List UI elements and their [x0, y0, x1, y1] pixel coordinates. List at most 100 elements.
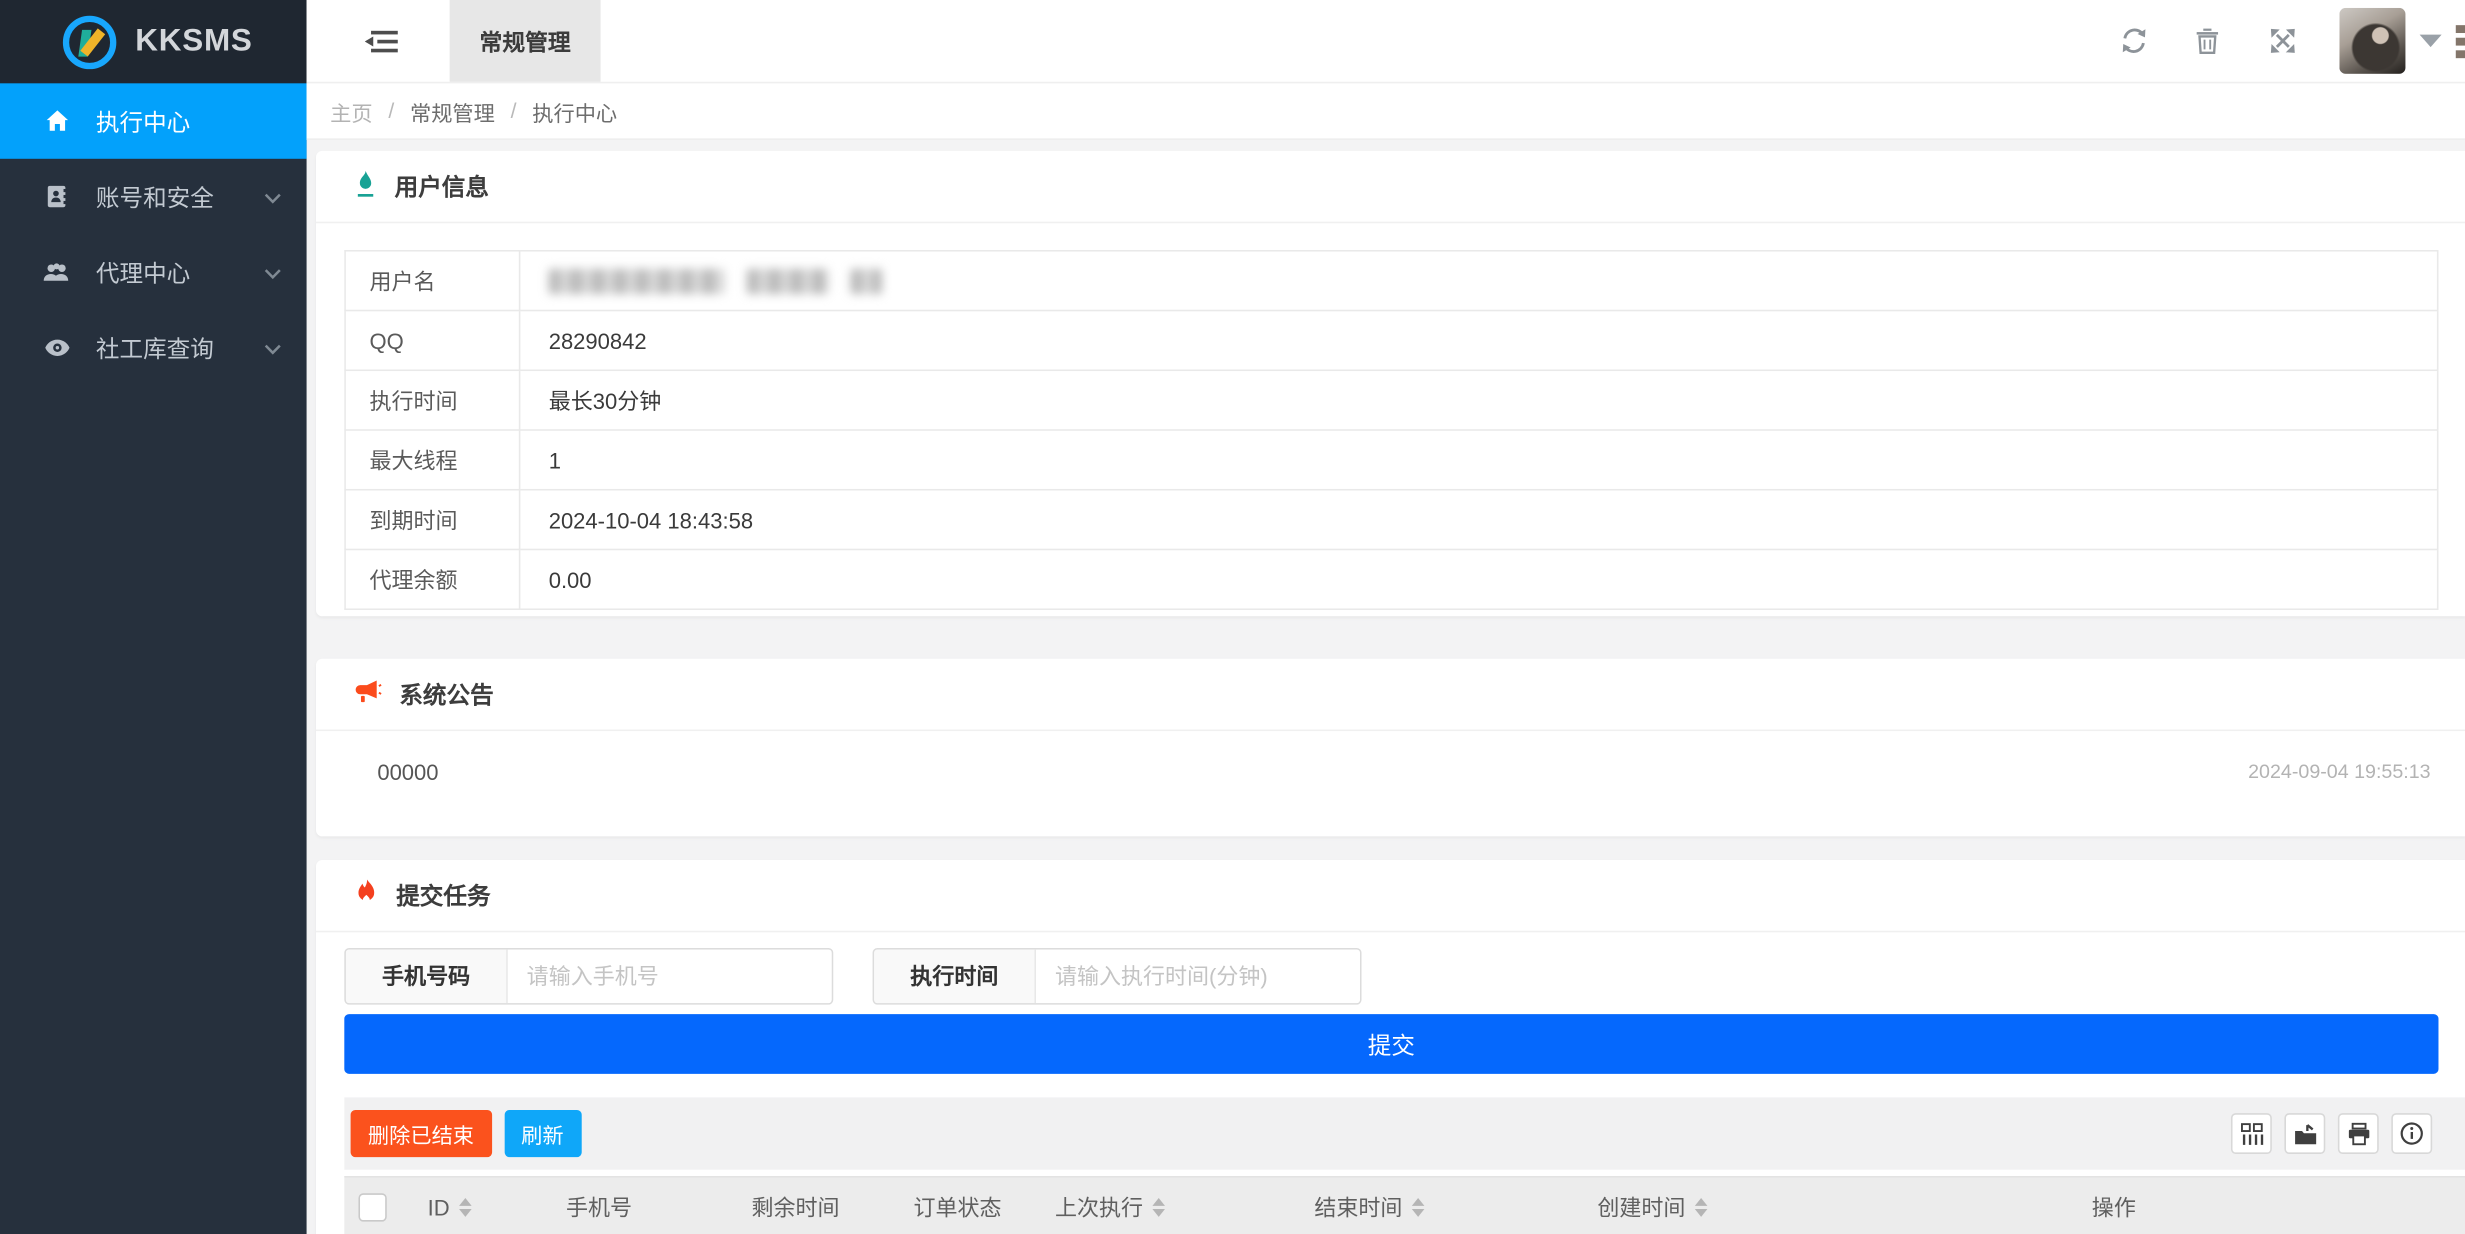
sidebar-item-label: 执行中心	[96, 105, 282, 138]
column-header-id[interactable]: ID	[401, 1195, 498, 1220]
exec-time-input-group: 执行时间	[873, 948, 1362, 1005]
exec-time-label: 执行时间	[874, 950, 1036, 1003]
table-row: QQ 28290842	[345, 311, 2438, 371]
breadcrumb-general-management[interactable]: 常规管理	[410, 95, 495, 126]
user-info-table: 用户名 QQ 28290842 执行时间 最长30分钟 最大线程	[344, 250, 2438, 610]
breadcrumb: 主页 / 常规管理 / 执行中心	[307, 83, 2465, 140]
sort-icon[interactable]	[1412, 1198, 1425, 1217]
column-header-end-time[interactable]: 结束时间	[1196, 1192, 1542, 1223]
table-toolbar: 删除已结束 刷新	[344, 1097, 2465, 1169]
announcement-timestamp: 2024-09-04 19:55:13	[2248, 761, 2430, 783]
brand-name: KKSMS	[135, 24, 252, 60]
brand-logo[interactable]: KKSMS	[0, 0, 307, 83]
trash-icon[interactable]	[2195, 27, 2220, 55]
sidebar-item-agent-center[interactable]: 代理中心	[0, 234, 307, 309]
submit-button[interactable]: 提交	[344, 1014, 2438, 1074]
phone-input[interactable]	[508, 950, 832, 1003]
section-title: 用户信息	[395, 170, 489, 203]
leaf-icon	[354, 169, 378, 204]
chevron-down-icon	[264, 183, 281, 210]
chevron-down-icon	[264, 259, 281, 286]
column-header-actions: 操作	[1762, 1192, 2465, 1223]
table-row: 代理余额 0.00	[345, 549, 2438, 609]
section-title: 提交任务	[396, 879, 490, 912]
column-header-phone: 手机号	[498, 1192, 699, 1223]
sidebar-item-label: 代理中心	[96, 255, 264, 288]
row-label: 代理余额	[345, 549, 520, 609]
megaphone-icon	[354, 678, 382, 709]
app-window: KKSMS 执行中心 账号和安全 代理中心	[0, 0, 2465, 1234]
exec-time-input[interactable]	[1036, 950, 1360, 1003]
breadcrumb-exec-center[interactable]: 执行中心	[532, 95, 617, 126]
announcement-content: 00000	[377, 759, 438, 784]
avatar[interactable]	[2339, 8, 2405, 74]
table-row: 到期时间 2024-10-04 18:43:58	[345, 490, 2438, 550]
id-card-icon	[42, 184, 70, 209]
brand-logo-icon	[63, 15, 116, 68]
phone-input-group: 手机号码	[344, 948, 833, 1005]
info-icon[interactable]	[2391, 1113, 2432, 1154]
announcement-body: 00000 2024-09-04 19:55:13	[316, 731, 2465, 784]
announcement-panel: 系统公告 00000 2024-09-04 19:55:13	[316, 659, 2465, 837]
users-icon	[42, 260, 70, 284]
refresh-icon[interactable]	[2119, 27, 2149, 55]
breadcrumb-home[interactable]: 主页	[330, 95, 372, 126]
row-value: 2024-10-04 18:43:58	[520, 490, 2438, 550]
sort-icon[interactable]	[1152, 1198, 1165, 1217]
print-icon[interactable]	[2338, 1113, 2379, 1154]
row-label: 最大线程	[345, 430, 520, 490]
sidebar-item-label: 账号和安全	[96, 180, 264, 213]
row-label: QQ	[345, 311, 520, 371]
sort-icon[interactable]	[459, 1198, 472, 1217]
row-value: 28290842	[520, 311, 2438, 371]
user-info-panel: 用户信息 用户名 QQ 28290842 执行时间	[316, 151, 2465, 616]
menu-fold-icon[interactable]	[365, 28, 400, 55]
row-label: 用户名	[345, 251, 520, 311]
row-label: 到期时间	[345, 490, 520, 550]
fullscreen-icon[interactable]	[2269, 27, 2297, 55]
row-label: 执行时间	[345, 370, 520, 430]
main-area: 常规管理 主页 / 常规管理 / 执行中心	[307, 0, 2465, 1234]
eye-icon	[42, 337, 70, 357]
row-value: 0.00	[520, 549, 2438, 609]
avatar-dropdown-caret-icon[interactable]	[2420, 35, 2442, 48]
overflow-dots-icon[interactable]	[2456, 25, 2465, 58]
sidebar-item-account-security[interactable]: 账号和安全	[0, 159, 307, 234]
redacted-username	[520, 251, 2438, 311]
submit-task-panel: 提交任务 手机号码 执行时间 提交 删除已结束	[316, 860, 2465, 1234]
topbar: 常规管理	[307, 0, 2465, 83]
delete-finished-button[interactable]: 删除已结束	[351, 1110, 492, 1157]
column-header-last-exec[interactable]: 上次执行	[1024, 1192, 1197, 1223]
column-header-order-status: 订单状态	[891, 1192, 1023, 1223]
section-title: 系统公告	[399, 678, 493, 711]
task-table-header: ID 手机号 剩余时间 订单状态 上次执行	[344, 1176, 2465, 1234]
export-icon[interactable]	[2284, 1113, 2325, 1154]
home-icon	[42, 108, 70, 133]
submit-task-header: 提交任务	[316, 860, 2465, 932]
user-info-header: 用户信息	[316, 151, 2465, 223]
breadcrumb-separator: /	[388, 99, 394, 123]
task-table-zone: 删除已结束 刷新	[344, 1097, 2465, 1234]
table-row: 最大线程 1	[345, 430, 2438, 490]
sidebar: KKSMS 执行中心 账号和安全 代理中心	[0, 0, 307, 1234]
content: 用户信息 用户名 QQ 28290842 执行时间	[307, 140, 2465, 1234]
sidebar-item-exec-center[interactable]: 执行中心	[0, 83, 307, 158]
fire-icon	[354, 879, 379, 912]
breadcrumb-separator: /	[511, 99, 517, 123]
refresh-table-button[interactable]: 刷新	[504, 1110, 581, 1157]
chevron-down-icon	[264, 334, 281, 361]
table-row: 执行时间 最长30分钟	[345, 370, 2438, 430]
tab-general-management[interactable]: 常规管理	[450, 0, 601, 82]
announcement-header: 系统公告	[316, 659, 2465, 731]
phone-label: 手机号码	[346, 950, 508, 1003]
sidebar-item-database-query[interactable]: 社工库查询	[0, 310, 307, 385]
columns-toggle-icon[interactable]	[2231, 1113, 2272, 1154]
column-header-remaining-time: 剩余时间	[700, 1192, 892, 1223]
row-value: 最长30分钟	[520, 370, 2438, 430]
table-row: 用户名	[345, 251, 2438, 311]
sort-icon[interactable]	[1695, 1198, 1708, 1217]
select-all-checkbox[interactable]	[358, 1193, 386, 1221]
column-header-create-time[interactable]: 创建时间	[1542, 1192, 1762, 1223]
task-form: 手机号码 执行时间	[344, 948, 2465, 1005]
row-value: 1	[520, 430, 2438, 490]
